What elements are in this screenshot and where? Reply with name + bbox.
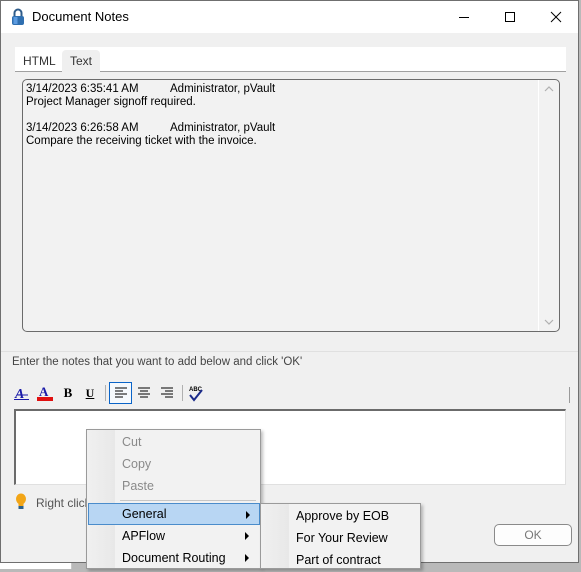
tab-html[interactable]: HTML — [15, 50, 64, 72]
notes-list: 3/14/2023 6:35:41 AM Administrator, pVau… — [26, 83, 275, 161]
font-color-icon: A — [37, 384, 53, 401]
spellcheck-button[interactable]: ABC — [186, 382, 206, 404]
menu-separator — [120, 500, 256, 501]
note-author: Administrator, pVault — [170, 83, 276, 95]
note-date: 3/14/2023 6:35:41 AM — [26, 83, 139, 95]
svg-text:A: A — [39, 384, 49, 399]
general-submenu: Approve by EOB For Your Review Part of c… — [260, 503, 421, 569]
submenu-arrow-icon — [245, 554, 249, 562]
lightbulb-icon — [16, 493, 26, 509]
maximize-button[interactable] — [487, 1, 533, 33]
font-icon: A — [14, 387, 29, 401]
minimize-icon — [459, 17, 469, 18]
bold-icon: B — [63, 385, 73, 400]
svg-text:A: A — [14, 387, 24, 401]
bold-button[interactable]: B — [58, 382, 78, 404]
spellcheck-icon: ABC — [189, 387, 203, 402]
close-button[interactable] — [533, 1, 579, 33]
tab-text[interactable]: Text — [62, 50, 101, 72]
instructions-label: Enter the notes that you want to add bel… — [12, 356, 303, 368]
menu-item-paste[interactable]: Paste — [89, 475, 258, 497]
menu-item-apflow[interactable]: APFlow — [89, 525, 258, 547]
font-button[interactable]: A — [12, 382, 32, 404]
align-left-icon — [114, 387, 127, 398]
format-toolbar: A A B U ABC — [12, 382, 572, 404]
minimize-button[interactable] — [441, 1, 487, 33]
submenu-item-approve-by-eob[interactable]: Approve by EOB — [263, 505, 418, 527]
underline-button[interactable]: U — [80, 382, 100, 404]
submenu-arrow-icon — [245, 532, 249, 540]
align-center-button[interactable] — [133, 382, 155, 404]
menu-item-document-routing[interactable]: Document Routing — [89, 547, 258, 569]
note-text: Project Manager signoff required. — [26, 96, 196, 108]
submenu-item-part-of-contract[interactable]: Part of contract — [263, 549, 418, 571]
toolbar-separator — [182, 385, 183, 401]
scroll-up-icon[interactable] — [544, 86, 554, 92]
section-divider — [1, 351, 578, 352]
vertical-scrollbar[interactable] — [538, 80, 559, 331]
menu-item-label: General — [122, 507, 167, 521]
align-left-button[interactable] — [109, 382, 132, 404]
ok-button[interactable]: OK — [494, 524, 572, 546]
maximize-icon — [505, 12, 515, 22]
note-entry: 3/14/2023 6:26:58 AM Administrator, pVau… — [26, 122, 275, 148]
toolbar-end-separator — [569, 387, 570, 403]
hint-text: Right click — [36, 496, 91, 510]
note-date: 3/14/2023 6:26:58 AM — [26, 122, 139, 134]
background-window-edge — [0, 563, 72, 569]
font-color-button[interactable]: A — [35, 382, 55, 404]
context-menu: Cut Copy Paste General APFlow Document R… — [86, 429, 261, 569]
window-title: Document Notes — [32, 9, 129, 24]
menu-item-general[interactable]: General — [88, 503, 260, 525]
align-right-button[interactable] — [156, 382, 178, 404]
menu-item-cut[interactable]: Cut — [89, 431, 258, 453]
notes-history: 3/14/2023 6:35:41 AM Administrator, pVau… — [22, 79, 560, 332]
tab-strip: HTML Text — [15, 47, 566, 72]
toolbar-separator — [105, 385, 106, 401]
submenu-arrow-icon — [246, 511, 250, 519]
note-text: Compare the receiving ticket with the in… — [26, 135, 257, 147]
menu-item-copy[interactable]: Copy — [89, 453, 258, 475]
align-right-icon — [161, 387, 173, 398]
align-center-icon — [138, 387, 150, 398]
scroll-down-icon[interactable] — [544, 319, 554, 325]
title-bar[interactable]: Document Notes — [1, 1, 578, 33]
menu-item-label: APFlow — [122, 529, 166, 543]
note-entry: 3/14/2023 6:35:41 AM Administrator, pVau… — [26, 83, 275, 109]
note-author: Administrator, pVault — [170, 122, 276, 134]
menu-item-label: Document Routing — [122, 551, 226, 565]
close-icon — [550, 11, 562, 23]
padlock-icon — [12, 8, 24, 25]
submenu-item-for-your-review[interactable]: For Your Review — [263, 527, 418, 549]
underline-icon: U — [85, 385, 95, 400]
